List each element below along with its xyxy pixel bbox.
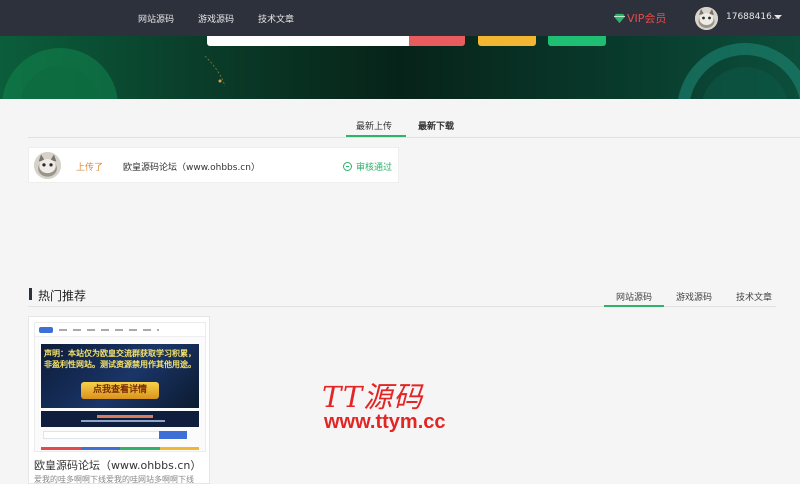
upload-title-link[interactable]: 欧皇源码论坛（www.ohbbs.cn）: [123, 160, 260, 173]
upload-item[interactable]: 上传了 欧皇源码论坛（www.ohbbs.cn） 审核通过: [28, 147, 399, 183]
upload-action-label: 上传了: [76, 163, 104, 173]
hot-tab-tech-articles[interactable]: 技术文章: [736, 290, 772, 303]
nav-link-game-source[interactable]: 游戏源码: [198, 12, 234, 25]
nav-link-website-source[interactable]: 网站源码: [138, 12, 174, 25]
thumbnail-logo: [39, 327, 53, 333]
tabs-divider: [28, 137, 800, 138]
status-check-icon: [343, 162, 352, 171]
hot-tab-active-indicator: [604, 305, 664, 307]
hero-button-yellow[interactable]: [478, 36, 536, 46]
top-nav: 网站源码 游戏源码 技术文章 VIP会员 17688416...: [0, 0, 800, 36]
cat-avatar-icon: [34, 152, 61, 179]
thumbnail-banner-button: 点我查看详情: [81, 382, 159, 399]
thumbnail-banner: 声明：本站仅为欧皇交流群获取学习积累，非盈利性网站。测试资源禁用作其他用途。 点…: [41, 344, 199, 408]
tab-latest-download[interactable]: 最新下载: [418, 119, 454, 132]
search-button[interactable]: [409, 36, 465, 46]
product-title[interactable]: 欧皇源码论坛（www.ohbbs.cn）: [34, 457, 201, 473]
vip-label: VIP会员: [627, 12, 667, 25]
thumbnail-search-button: [159, 431, 187, 439]
thumbnail-strip: [41, 411, 199, 427]
status-badge: 审核通过: [343, 160, 392, 173]
thumbnail-banner-text: 声明：本站仅为欧皇交流群获取学习积累，非盈利性网站。测试资源禁用作其他用途。: [44, 349, 196, 369]
product-card[interactable]: 声明：本站仅为欧皇交流群获取学习积累，非盈利性网站。测试资源禁用作其他用途。 点…: [28, 316, 210, 484]
cat-avatar-icon: [695, 7, 718, 30]
thumbnail-search: [43, 431, 161, 439]
hot-tab-game-source[interactable]: 游戏源码: [676, 290, 712, 303]
tab-active-indicator: [346, 135, 406, 137]
product-thumbnail[interactable]: 声明：本站仅为欧皇交流群获取学习积累，非盈利性网站。测试资源禁用作其他用途。 点…: [34, 322, 206, 452]
thumbnail-strip-bar: [97, 415, 153, 418]
diamond-icon: [614, 13, 625, 23]
section-title-hot: 热门推荐: [38, 289, 87, 303]
username[interactable]: 17688416...: [726, 12, 780, 22]
nav-link-tech-articles[interactable]: 技术文章: [258, 12, 294, 25]
uploader-avatar[interactable]: [34, 152, 61, 179]
hero-banner: [0, 36, 800, 99]
thumbnail-navbar: [35, 323, 205, 337]
thumbnail-color-bar: [41, 447, 199, 450]
watermark-url: www.ttym.cc: [324, 411, 446, 433]
user-avatar[interactable]: [695, 7, 718, 30]
hero-button-green[interactable]: [548, 36, 606, 46]
product-description: 爱我的哇多啊啊下线爱我的哇网站多啊啊下线: [34, 475, 194, 484]
thumbnail-strip-bar-2: [81, 420, 165, 422]
section-marker: [29, 288, 32, 300]
hot-tab-website-source[interactable]: 网站源码: [616, 290, 652, 303]
chevron-down-icon[interactable]: [774, 15, 782, 19]
watermark-logo: TT源码: [322, 380, 424, 414]
thumbnail-nav-items: [59, 329, 159, 331]
search-input[interactable]: [207, 36, 409, 46]
tab-latest-upload[interactable]: 最新上传: [356, 119, 392, 132]
vip-link[interactable]: VIP会员: [614, 10, 666, 26]
status-label: 审核通过: [356, 163, 393, 173]
